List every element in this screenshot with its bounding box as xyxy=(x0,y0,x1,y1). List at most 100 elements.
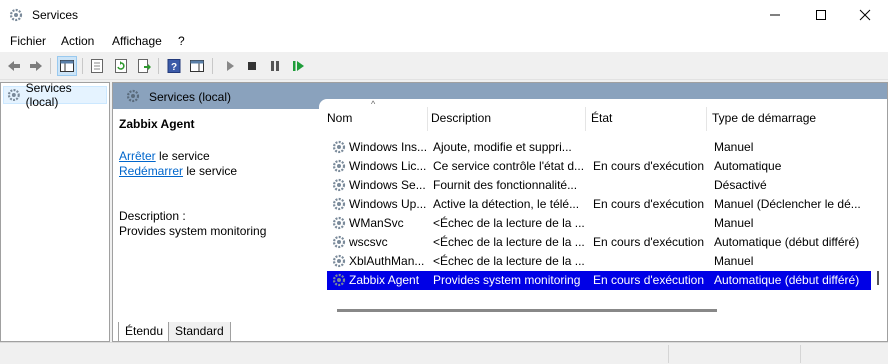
restart-service-link[interactable]: Redémarrer xyxy=(119,164,183,178)
cell-name: Windows Lic... xyxy=(349,159,427,173)
service-gear-icon xyxy=(332,178,346,192)
table-row[interactable]: Windows Lic... Ce service contrôle l'état… xyxy=(327,157,871,176)
menu-affichage[interactable]: Affichage xyxy=(112,34,162,48)
table-row[interactable]: WManSvc <Échec de la lecture de la ... Man… xyxy=(327,214,871,233)
menu-bar: Fichier Action Affichage ? xyxy=(0,30,888,52)
forward-arrow-icon xyxy=(30,61,42,71)
cell-name: XblAuthMan... xyxy=(349,254,425,268)
table-row[interactable]: Windows Ins... Ajoute, modifie et suppri.… xyxy=(327,138,871,157)
service-gear-icon xyxy=(332,273,346,287)
cell-description: Ce service contrôle l'état d... xyxy=(433,159,585,173)
cell-description: <Échec de la lecture de la ... xyxy=(433,254,585,268)
description-label: Description : xyxy=(119,209,186,223)
cell-state: En cours d'exécution xyxy=(593,159,705,173)
table-row[interactable]: XblAuthMan... <Échec de la lecture de la … xyxy=(327,252,871,271)
services-gear-icon xyxy=(7,89,20,101)
sort-ascending-icon: ^ xyxy=(371,99,376,109)
services-gear-icon xyxy=(126,89,140,103)
cell-description: Fournit des fonctionnalité... xyxy=(433,178,578,192)
services-list: ^ Nom Description État Type de démarrage… xyxy=(319,99,887,323)
selected-service-name: Zabbix Agent xyxy=(119,117,195,131)
cell-description: <Échec de la lecture de la ... xyxy=(433,216,585,230)
table-row[interactable]: Windows Se... Fournit des fonctionnalité.… xyxy=(327,176,871,195)
menu-fichier[interactable]: Fichier xyxy=(10,34,46,48)
table-row[interactable]: Windows Up... Active la détection, le tél… xyxy=(327,195,871,214)
column-header-startup-type[interactable]: Type de démarrage xyxy=(712,111,816,125)
refresh-button[interactable] xyxy=(111,56,131,76)
restart-icon xyxy=(293,61,304,71)
services-panel: Services (local) Zabbix Agent Arrêter le… xyxy=(112,82,888,342)
export-list-button[interactable] xyxy=(134,56,154,76)
table-row[interactable]: Zabbix Agent Provides system monitoring En… xyxy=(327,271,871,290)
horizontal-scrollbar[interactable] xyxy=(337,309,717,312)
cell-startup: Manuel xyxy=(714,254,754,268)
minimize-icon xyxy=(770,14,780,16)
action-restart-rest: le service xyxy=(183,164,238,178)
service-gear-icon xyxy=(332,159,346,173)
show-console-tree-button[interactable] xyxy=(57,56,77,76)
back-button[interactable] xyxy=(4,56,24,76)
cell-description: Provides system monitoring xyxy=(433,273,581,287)
action-pane-icon xyxy=(190,60,204,72)
panel-header-title: Services (local) xyxy=(149,90,232,104)
action-pane-button[interactable] xyxy=(187,56,207,76)
cell-name: Windows Ins... xyxy=(349,140,428,154)
column-header-state[interactable]: État xyxy=(591,111,612,125)
table-row[interactable]: wscsvc <Échec de la lecture de la ... En c… xyxy=(327,233,871,252)
services-gear-icon xyxy=(9,8,23,22)
cell-startup: Manuel xyxy=(714,216,754,230)
service-gear-icon xyxy=(332,197,346,211)
properties-button[interactable] xyxy=(87,56,107,76)
close-icon xyxy=(859,9,871,21)
cell-state: En cours d'exécution xyxy=(593,235,705,249)
action-stop-rest: le service xyxy=(155,149,210,163)
svg-text:?: ? xyxy=(171,62,177,73)
tree-item-services-local[interactable]: Services (local) xyxy=(3,81,107,109)
cell-name: Windows Up... xyxy=(349,197,427,211)
description-text: Provides system monitoring xyxy=(119,224,267,238)
pause-icon xyxy=(271,61,279,71)
menu-help[interactable]: ? xyxy=(178,34,185,48)
help-book-icon: ? xyxy=(167,59,181,73)
back-arrow-icon xyxy=(8,61,20,71)
cell-name: WManSvc xyxy=(349,216,404,230)
stop-service-button[interactable] xyxy=(242,56,262,76)
toolbar: ? xyxy=(0,52,888,80)
menu-action[interactable]: Action xyxy=(61,34,94,48)
tab-standard[interactable]: Standard xyxy=(168,322,231,342)
console-tree: Services (local) xyxy=(0,81,110,342)
maximize-icon xyxy=(816,10,826,20)
cell-state: En cours d'exécution xyxy=(593,197,705,211)
cell-name: wscsvc xyxy=(349,235,388,249)
column-header-name[interactable]: Nom xyxy=(327,111,352,125)
properties-icon xyxy=(91,59,103,73)
cell-description: Ajoute, modifie et suppri... xyxy=(433,140,572,154)
tab-extended[interactable]: Étendu xyxy=(118,322,171,342)
cell-startup: Automatique (début différé) xyxy=(714,235,860,249)
restart-service-button[interactable] xyxy=(288,56,308,76)
start-service-button[interactable] xyxy=(220,56,240,76)
service-gear-icon xyxy=(332,254,346,268)
service-gear-icon xyxy=(332,216,346,230)
help-button[interactable]: ? xyxy=(164,56,184,76)
forward-button[interactable] xyxy=(26,56,46,76)
tree-item-label: Services (local) xyxy=(25,81,72,109)
export-icon xyxy=(138,59,151,73)
stop-service-link[interactable]: Arrêter xyxy=(119,149,156,163)
stop-icon xyxy=(248,62,256,70)
vertical-scrollbar[interactable] xyxy=(877,271,879,285)
action-stop-line: Arrêter le service xyxy=(119,149,210,163)
cell-startup: Automatique (début différé) xyxy=(714,273,860,287)
cell-description: <Échec de la lecture de la ... xyxy=(433,235,585,249)
close-button[interactable] xyxy=(842,0,888,30)
minimize-button[interactable] xyxy=(752,0,798,30)
column-header-description[interactable]: Description xyxy=(431,111,491,125)
console-tree-icon xyxy=(60,60,74,72)
cell-name: Zabbix Agent xyxy=(349,273,420,287)
cell-state: En cours d'exécution xyxy=(593,273,705,287)
pause-service-button[interactable] xyxy=(265,56,285,76)
maximize-button[interactable] xyxy=(798,0,844,30)
status-bar xyxy=(0,342,888,364)
play-icon xyxy=(227,61,234,71)
cell-startup: Manuel (Déclencher le dé... xyxy=(714,197,861,211)
